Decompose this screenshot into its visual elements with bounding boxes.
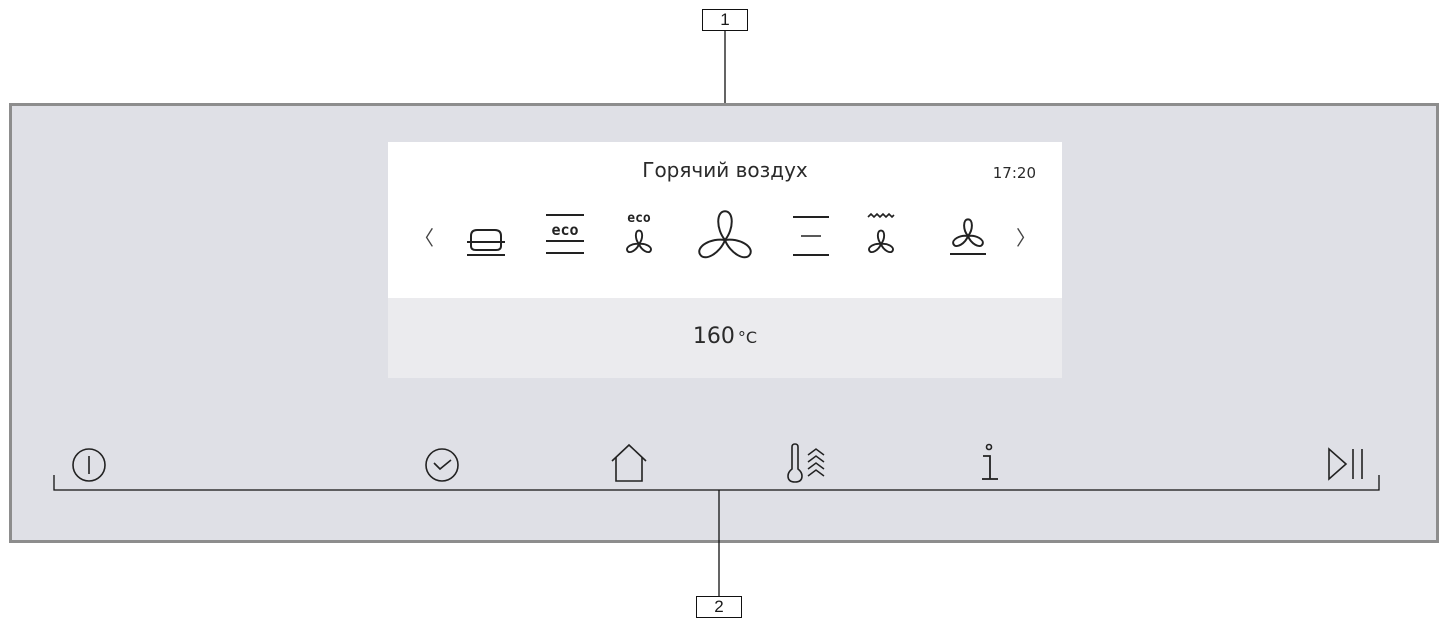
timer-icon[interactable] [424,447,460,483]
temperature-value: 160 [692,324,735,349]
home-icon[interactable] [609,443,649,483]
info-icon[interactable] [976,443,1002,483]
fast-heat-icon[interactable] [786,443,832,483]
clock: 17:20 [992,164,1036,182]
start-pause-icon[interactable] [1326,446,1370,482]
eco-heat-icon[interactable]: eco [543,212,587,258]
conventional-heat-icon[interactable] [791,214,831,260]
temperature-strip[interactable]: 160 °C [388,298,1062,378]
eco-fan-icon[interactable]: eco [624,210,654,260]
grill-fan-icon[interactable] [866,210,896,260]
next-arrow-icon[interactable]: 〉 [1016,228,1036,248]
temperature-unit: °C [737,328,758,347]
mode-title: Горячий воздух [642,158,808,182]
display-screen: Горячий воздух 17:20 〈 〉 eco eco 160 °C [388,142,1062,378]
power-icon[interactable] [71,447,107,483]
temperature-readout: 160 °C [388,324,1062,349]
hot-air-fan-icon[interactable] [690,202,760,268]
fan-bottom-heat-icon[interactable] [946,216,990,258]
eco-label: eco [551,221,578,239]
top-bottom-heat-icon[interactable] [464,224,508,260]
callout-1-label: 1 [702,9,748,31]
callout-2-label: 2 [696,596,742,618]
prev-arrow-icon[interactable]: 〈 [414,228,434,248]
eco-fan-label: eco [627,211,651,226]
